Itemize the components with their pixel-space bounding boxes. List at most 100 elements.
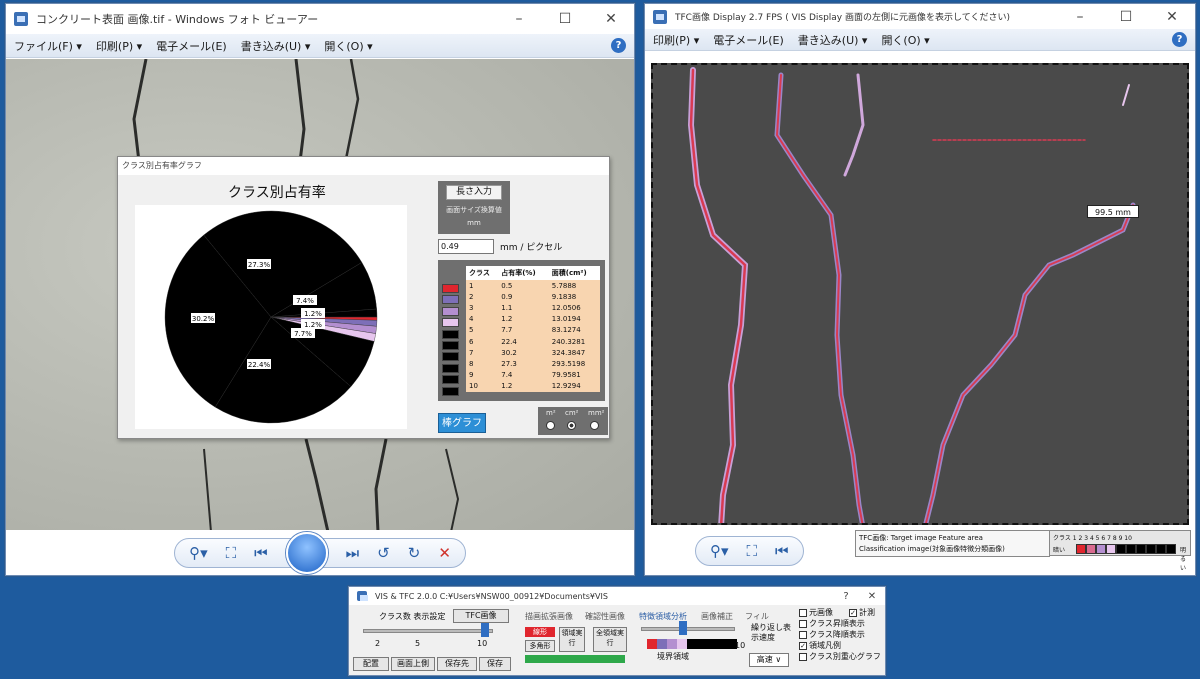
- tfc-minimize-button[interactable]: –: [1057, 4, 1103, 29]
- close-button[interactable]: ✕: [588, 4, 634, 34]
- rotate-left-icon[interactable]: ↺: [377, 544, 390, 562]
- tfc-menu-print[interactable]: 印刷(P) ▾: [653, 32, 699, 48]
- dialog-title: クラス別占有率グラフ: [118, 157, 609, 175]
- tfc-maximize-button[interactable]: ☐: [1103, 4, 1149, 29]
- polygon-mode-button[interactable]: 多角形: [525, 640, 555, 652]
- photo-window-title: コンクリート表面 画像.tif - Windows フォト ビューアー: [36, 13, 319, 26]
- class-table-row: 7 30.2 324.3847: [466, 347, 600, 359]
- slider-mid: 5: [415, 639, 421, 648]
- help-icon[interactable]: ?: [611, 38, 626, 53]
- tab-enhanced[interactable]: 描画拡張画像: [525, 611, 573, 622]
- tfc-image-button[interactable]: TFC画像: [453, 609, 509, 623]
- class-count-slider[interactable]: [363, 629, 493, 633]
- rotate-right-icon[interactable]: ↻: [408, 544, 421, 562]
- save-location-button[interactable]: 保存先: [437, 657, 477, 671]
- pie-data-label: 27.3%: [247, 259, 271, 269]
- menu-open[interactable]: 開く(O) ▾: [324, 38, 372, 54]
- vis-close-button[interactable]: ✕: [859, 587, 885, 605]
- previous-icon[interactable]: ⏮: [254, 544, 268, 562]
- delete-icon[interactable]: ✕: [438, 544, 451, 562]
- tfc-window-title: TFC画像 Display 2.7 FPS ( VIS Display 画面の左…: [675, 13, 1010, 23]
- actual-size-icon[interactable]: ⛶: [226, 544, 237, 562]
- unit-radio-mm2[interactable]: [590, 421, 599, 430]
- checkbox-measure-box[interactable]: ✓: [849, 608, 857, 617]
- checkbox-region-legend[interactable]: ✓ 領域凡例: [799, 640, 841, 651]
- all-region-run-button[interactable]: 全領域実行: [593, 627, 627, 652]
- tfc-zoom-icon[interactable]: ⚲▾: [710, 542, 729, 560]
- legend-cell: [1136, 544, 1146, 554]
- boundary-slider-thumb[interactable]: [679, 621, 687, 635]
- checkbox-asc-label: クラス昇順表示: [809, 619, 865, 628]
- checkbox-class-asc[interactable]: クラス昇順表示: [799, 618, 865, 629]
- tab-filter[interactable]: フィル: [745, 611, 769, 622]
- layout-button[interactable]: 配置: [353, 657, 389, 671]
- menu-print[interactable]: 印刷(P) ▾: [96, 38, 142, 54]
- tfc-close-button[interactable]: ✕: [1149, 4, 1195, 29]
- class-swatch: [442, 340, 459, 350]
- tab-correction[interactable]: 画像補正: [701, 611, 733, 622]
- next-icon[interactable]: ⏭: [346, 544, 360, 562]
- cell-class: 3: [466, 302, 499, 314]
- checkbox-centroid-box[interactable]: [799, 652, 807, 661]
- checkbox-legend-box[interactable]: ✓: [799, 641, 807, 650]
- tfc-actual-size-icon[interactable]: ⛶: [747, 542, 758, 560]
- checkbox-asc-box[interactable]: [799, 619, 807, 628]
- length-input-panel: 長さ入力 画面サイズ換算値 mm: [438, 181, 510, 234]
- checkbox-centroid-graph[interactable]: クラス別重心グラフ: [799, 651, 881, 662]
- vis-titlebar: VIS & TFC 2.0.0 C:¥Users¥NSW00_00912¥Doc…: [349, 587, 885, 605]
- cell-class: 6: [466, 335, 499, 348]
- legend-dark-label: 暗い: [1053, 547, 1066, 554]
- col-class: クラス: [466, 266, 499, 280]
- legend-cell: [1126, 544, 1136, 554]
- tfc-toolbar-pill: ⚲▾ ⛶ ⏮: [695, 536, 804, 566]
- speed-select[interactable]: 高速 ∨: [749, 653, 789, 667]
- menu-file[interactable]: ファイル(F) ▾: [14, 38, 82, 54]
- checkbox-desc-label: クラス降順表示: [809, 630, 865, 639]
- svg-text:7.7%: 7.7%: [294, 330, 312, 338]
- menu-burn[interactable]: 書き込み(U) ▾: [241, 38, 311, 54]
- tfc-menu-burn[interactable]: 書き込み(U) ▾: [798, 32, 868, 48]
- tab-confirm[interactable]: 確認性画像: [585, 611, 625, 622]
- bar-graph-button[interactable]: 棒グラフ: [438, 413, 486, 433]
- screen-top-button[interactable]: 画面上側: [391, 657, 435, 671]
- cell-occupancy: 30.2: [498, 347, 549, 359]
- tooltip-line-1: TFC画像: Target image Feature area: [859, 534, 983, 542]
- maximize-button[interactable]: ☐: [542, 4, 588, 34]
- menu-email[interactable]: 電子メール(E): [156, 38, 227, 54]
- pie-data-label: 7.7%: [291, 328, 315, 338]
- tfc-previous-icon[interactable]: ⏮: [775, 542, 789, 560]
- photo-viewer-app-icon: [14, 12, 28, 26]
- tfc-menu-email[interactable]: 電子メール(E): [713, 32, 784, 48]
- checkbox-legend-label: 領域凡例: [809, 641, 841, 650]
- tfc-help-icon[interactable]: ?: [1172, 32, 1187, 47]
- save-button[interactable]: 保存: [479, 657, 511, 671]
- checkbox-measure[interactable]: ✓ 計測: [849, 607, 875, 618]
- linear-mode-button[interactable]: 線形: [525, 627, 555, 637]
- class-occupancy-dialog: クラス別占有率グラフ クラス別占有率 27.3% 7.4% 1.2% 1.2% 7.7%…: [117, 156, 610, 439]
- legend-light-label: 明るい: [1180, 547, 1187, 572]
- class-table-row: 6 22.4 240.3281: [466, 335, 600, 348]
- svg-text:1.2%: 1.2%: [304, 310, 322, 318]
- unit-label-m2: m²: [546, 409, 556, 417]
- vis-help-button[interactable]: ?: [833, 587, 859, 605]
- vis-app-icon: [357, 591, 368, 601]
- zoom-icon[interactable]: ⚲▾: [189, 544, 208, 562]
- slideshow-button[interactable]: [285, 531, 328, 574]
- minimize-button[interactable]: –: [496, 4, 542, 34]
- mm-per-pixel-input[interactable]: 0.49: [438, 239, 494, 254]
- cell-area: 240.3281: [548, 335, 600, 348]
- checkbox-original-label: 元画像: [809, 608, 833, 617]
- boundary-slider[interactable]: [641, 627, 735, 631]
- length-input-button[interactable]: 長さ入力: [446, 185, 502, 200]
- checkbox-original-image[interactable]: 元画像: [799, 607, 833, 618]
- tfc-menu-open[interactable]: 開く(O) ▾: [881, 32, 929, 48]
- checkbox-class-desc[interactable]: クラス降順表示: [799, 629, 865, 640]
- checkbox-original-box[interactable]: [799, 608, 807, 617]
- unit-radio-m2[interactable]: [546, 421, 555, 430]
- cell-occupancy: 22.4: [498, 335, 549, 348]
- class-count-slider-thumb[interactable]: [481, 623, 489, 637]
- region-run-button[interactable]: 領域実行: [559, 627, 585, 652]
- class-count-label: クラス数 表示設定: [379, 612, 446, 621]
- unit-radio-cm2[interactable]: [567, 421, 576, 430]
- checkbox-desc-box[interactable]: [799, 630, 807, 639]
